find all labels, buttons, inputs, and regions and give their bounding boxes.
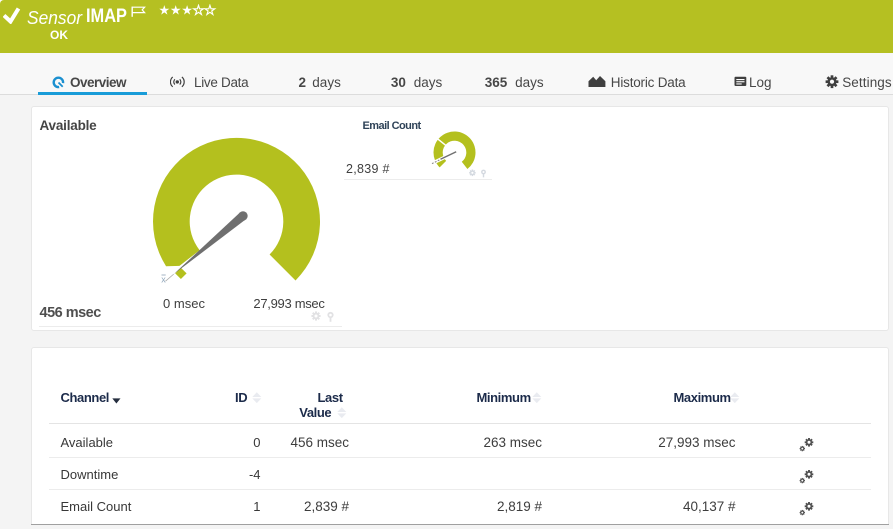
svg-text:x: x [161, 274, 166, 284]
